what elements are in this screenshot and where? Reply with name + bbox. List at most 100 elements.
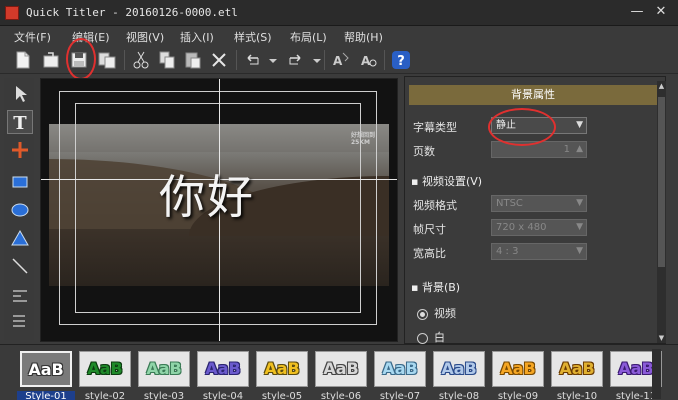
open-file-icon[interactable] [40, 49, 62, 71]
redo-icon[interactable] [284, 49, 306, 71]
paste-icon[interactable] [182, 49, 204, 71]
text-search-icon[interactable]: A [358, 49, 380, 71]
frame-size-select: 720 x 480 ▼ [491, 219, 587, 236]
style-label: style-05 [261, 391, 303, 400]
delete-icon[interactable] [208, 49, 230, 71]
style-thumbnail[interactable]: AaB [197, 351, 249, 387]
redo-dropdown-icon[interactable] [306, 49, 321, 71]
toolbar-separator [236, 50, 237, 70]
style-gallery: AaB Style-01 AaB style-02 AaB style-03 AaB styl… [0, 344, 678, 400]
video-format-value: NTSC [496, 198, 523, 209]
style-label: style-10 [556, 391, 598, 400]
scroll-down-icon[interactable]: ▼ [657, 333, 666, 343]
menu-view[interactable]: 视图(V) [126, 29, 164, 45]
spinner-icon: ▲ [576, 144, 583, 154]
menu-bar: 文件(F) 编辑(E) 视图(V) 插入(I) 样式(S) 布局(L) 帮助(H… [0, 26, 678, 46]
video-settings-title: 视频设置(V) [421, 175, 483, 188]
app-icon [5, 6, 19, 20]
gallery-scrollbar[interactable] [652, 349, 661, 399]
style-thumbnail[interactable]: AaB [138, 351, 190, 387]
collapse-icon: ▪ [411, 281, 422, 294]
help-glyph: ? [397, 54, 405, 69]
rectangle-icon[interactable] [7, 170, 33, 194]
style-thumbnail[interactable]: AaB [79, 351, 131, 387]
menu-file[interactable]: 文件(F) [14, 29, 51, 45]
style-thumbnail[interactable]: AaB [374, 351, 426, 387]
radio-selected-icon [417, 308, 428, 320]
bg-white-label: 白 [434, 331, 445, 344]
style-thumbnail[interactable]: AaB [315, 351, 367, 387]
radio-icon [417, 332, 428, 344]
background-section[interactable]: ▪ 背景(B) [411, 279, 460, 295]
bg-video-label: 视频 [434, 307, 456, 320]
scroll-thumb[interactable] [658, 97, 665, 267]
title-bar: Quick Titler - 20160126-0000.etl — ✕ [0, 0, 678, 26]
svg-text:T: T [13, 113, 27, 133]
style-thumbnail[interactable]: AaB [20, 351, 72, 387]
annotation-circle [66, 38, 96, 80]
toolbar: A A ? [0, 46, 678, 74]
menu-style[interactable]: 样式(S) [234, 29, 272, 45]
copy-icon[interactable] [156, 49, 178, 71]
style-label: style-03 [143, 391, 185, 400]
undo-dropdown-icon[interactable] [262, 49, 277, 71]
cut-icon[interactable] [130, 49, 152, 71]
video-format-select: NTSC ▼ [491, 195, 587, 212]
chevron-down-icon: ▼ [576, 246, 583, 256]
chevron-down-icon: ▼ [576, 198, 583, 208]
aspect-ratio-label: 宽高比 [413, 247, 446, 260]
line-icon[interactable] [7, 254, 33, 278]
chevron-down-icon: ▼ [576, 120, 583, 130]
align-icon[interactable] [7, 284, 33, 308]
new-file-icon[interactable] [12, 49, 34, 71]
menu-layout[interactable]: 布局(L) [290, 29, 327, 45]
minimize-button[interactable]: — [628, 4, 646, 20]
menu-help[interactable]: 帮助(H) [344, 29, 383, 45]
aspect-ratio-value: 4 : 3 [496, 246, 519, 257]
bg-video-radio[interactable]: 视频 [417, 305, 456, 321]
save-as-icon[interactable] [96, 49, 118, 71]
ellipse-icon[interactable] [7, 198, 33, 222]
menu-insert[interactable]: 插入(I) [180, 29, 214, 45]
help-icon[interactable]: ? [390, 49, 412, 71]
style-thumbnail[interactable]: AaB [492, 351, 544, 387]
video-format-label: 视频格式 [413, 199, 457, 212]
triangle-icon[interactable] [7, 226, 33, 250]
style-label: style-06 [320, 391, 362, 400]
panel-scrollbar[interactable]: ▲ ▼ [657, 81, 666, 343]
style-label: style-07 [379, 391, 421, 400]
style-thumbnail[interactable]: AaB [256, 351, 308, 387]
undo-icon[interactable] [242, 49, 264, 71]
style-thumbnail[interactable]: AaB [433, 351, 485, 387]
style-label: style-09 [497, 391, 539, 400]
bg-white-radio[interactable]: 白 [417, 329, 445, 345]
aspect-ratio-select: 4 : 3 ▼ [491, 243, 587, 260]
caption-type-label: 字幕类型 [413, 121, 457, 134]
distribute-icon[interactable] [7, 310, 33, 334]
caption-text[interactable]: 你好 [159, 161, 255, 227]
text-style-icon[interactable]: A [330, 49, 352, 71]
style-label: style-08 [438, 391, 480, 400]
chevron-down-icon: ▼ [576, 222, 583, 232]
page-label: 页数 [413, 145, 435, 158]
video-settings-section[interactable]: ▪ 视频设置(V) [411, 173, 482, 189]
style-label: style-02 [84, 391, 126, 400]
text-tool-icon[interactable]: T [7, 110, 33, 134]
style-label: style-04 [202, 391, 244, 400]
toolbar-separator [384, 50, 385, 70]
svg-text:A: A [333, 54, 343, 68]
frame-size-label: 帧尺寸 [413, 223, 446, 236]
select-arrow-icon[interactable] [7, 82, 33, 106]
move-tool-icon[interactable] [7, 138, 33, 162]
scroll-up-icon[interactable]: ▲ [657, 81, 666, 91]
annotation-circle [488, 108, 556, 146]
style-thumbnail[interactable]: AaB [551, 351, 603, 387]
window-title: Quick Titler - 20160126-0000.etl [26, 6, 238, 19]
frame-size-value: 720 x 480 [496, 222, 547, 233]
preview-canvas[interactable]: 好想回到 25KM 你好 [40, 78, 398, 342]
toolbar-separator [124, 50, 125, 70]
svg-text:A: A [361, 54, 371, 68]
toolbar-separator [324, 50, 325, 70]
close-button[interactable]: ✕ [652, 4, 670, 20]
quick-titler-window: Quick Titler - 20160126-0000.etl — ✕ 文件(… [0, 0, 678, 400]
